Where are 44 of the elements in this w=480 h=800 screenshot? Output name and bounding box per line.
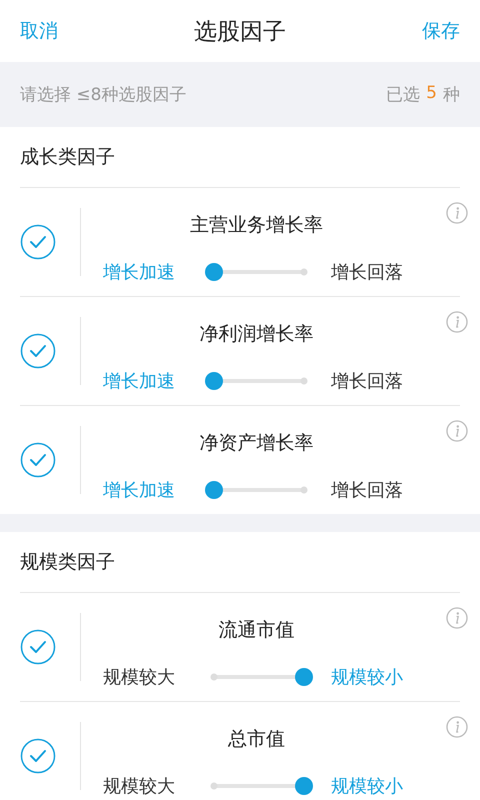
checkmark-circle-icon[interactable] — [20, 224, 56, 260]
slider-left-label: 规模较大 — [103, 666, 176, 689]
page-title: 选股因子 — [194, 18, 286, 46]
slider-end-dot — [300, 268, 308, 276]
slider-right-label: 增长回落 — [331, 370, 404, 393]
slider-thumb[interactable] — [205, 372, 223, 390]
slider-right-label: 增长回落 — [331, 261, 404, 284]
factor-name: 净利润增长率 — [200, 322, 314, 347]
checkmark-circle-icon[interactable] — [20, 629, 56, 665]
slider-left-label: 增长加速 — [103, 261, 176, 284]
slider-left-label: 增长加速 — [103, 479, 176, 502]
slider-end-dot — [210, 674, 218, 680]
checkmark-circle-icon[interactable] — [20, 442, 56, 478]
slider-right-label: 规模较小 — [331, 666, 404, 689]
cancel-button[interactable]: 取消 — [20, 18, 58, 44]
slider-right-label: 增长回落 — [331, 479, 404, 502]
info-icon[interactable] — [446, 202, 468, 224]
save-button[interactable]: 保存 — [422, 18, 460, 44]
selected-unit: 种 — [443, 84, 460, 106]
info-icon[interactable] — [446, 716, 468, 738]
slider-left-label: 规模较大 — [103, 775, 176, 798]
slider-left-label: 增长加速 — [103, 370, 176, 393]
slider-thumb[interactable] — [295, 777, 313, 795]
selected-count: 5 — [426, 83, 437, 105]
checkmark-circle-icon[interactable] — [20, 738, 56, 774]
factor-name: 主营业务增长率 — [190, 213, 323, 238]
slider-right-label: 规模较小 — [331, 775, 404, 798]
checkmark-circle-icon[interactable] — [20, 333, 56, 369]
factor-name: 净资产增长率 — [200, 431, 314, 456]
slider-end-dot — [300, 378, 308, 384]
slider-thumb[interactable] — [205, 481, 223, 499]
factor-name: 流通市值 — [218, 618, 294, 643]
slider-thumb[interactable] — [295, 668, 313, 686]
slider-end-dot — [300, 486, 308, 494]
factor-name: 总市值 — [228, 727, 285, 752]
info-icon[interactable] — [446, 607, 468, 629]
info-icon[interactable] — [446, 311, 468, 333]
slider-end-dot — [210, 782, 218, 790]
section-title: 规模类因子 — [20, 550, 115, 575]
info-icon[interactable] — [446, 420, 468, 442]
selected-label: 已选 — [386, 84, 420, 106]
selection-hint: 请选择 ≤8种选股因子 — [20, 84, 186, 106]
slider-thumb[interactable] — [205, 263, 223, 281]
section-title: 成长类因子 — [20, 145, 115, 170]
